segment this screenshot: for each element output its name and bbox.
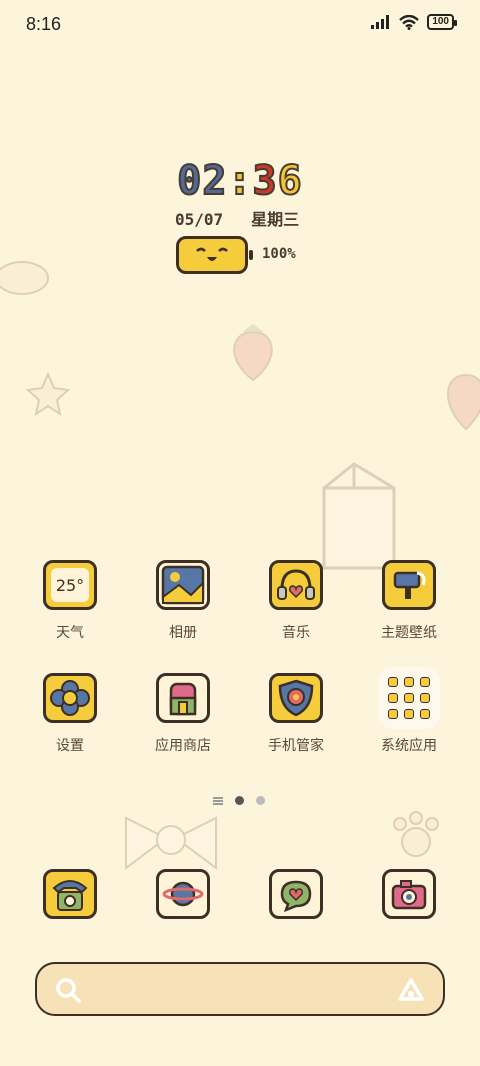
app-label-gallery: 相册 [169,625,197,641]
folder-icon [378,667,440,729]
dock-phone[interactable] [14,869,126,919]
app-label-weather: 天气 [56,625,84,641]
phone-icon [43,869,97,919]
page-indicator[interactable] [213,796,265,805]
app-label-music: 音乐 [282,625,310,641]
dock-camera[interactable] [353,869,465,919]
star-decoration [25,371,71,417]
status-icons: 100 [371,14,457,30]
app-music[interactable]: 音乐 [240,560,352,642]
dock-browser[interactable] [127,869,239,919]
app-label-settings: 设置 [56,738,84,754]
app-folder-system[interactable]: 系统应用 [353,667,465,755]
browser-icon [156,869,210,919]
weather-icon: 25° [43,560,97,610]
app-label-security: 手机管家 [268,738,324,754]
weather-temp: 25° [51,568,89,602]
wifi-icon [399,14,420,30]
app-gallery[interactable]: 相册 [127,560,239,642]
app-settings[interactable]: 设置 [14,673,126,755]
clock-weekday: 星期三 [251,210,300,229]
strawberry-decoration [233,324,273,382]
clock-hour: 02 [176,157,228,205]
page-dot-2[interactable] [256,796,265,805]
cat-bow-decoration [125,816,217,870]
messages-icon [269,869,323,919]
security-icon [269,673,323,723]
app-theme[interactable]: 主题壁纸 [353,560,465,642]
camera-icon [382,869,436,919]
assistant-icon[interactable] [397,977,425,1003]
app-store-icon [156,673,210,723]
search-bar[interactable] [35,962,445,1016]
signal-icon [371,15,390,29]
clock-widget[interactable]: 02:36 [0,157,480,205]
clock-separator: : [226,157,253,205]
app-store[interactable]: 应用商店 [127,673,239,755]
paw-decoration [393,811,439,857]
dock-messages[interactable] [240,869,352,919]
clock-date: 05/07 [175,210,224,229]
page-list-icon[interactable] [213,796,223,805]
app-label-theme: 主题壁纸 [381,625,437,641]
strawberry-decoration-right [447,373,480,431]
battery-icon: 100 [427,14,457,30]
settings-icon [43,673,97,723]
clock-time: 02:36 [0,157,480,205]
app-label-folder: 系统应用 [381,738,437,754]
music-icon [269,560,323,610]
bread-decoration [0,261,49,295]
page-dot-1[interactable] [235,796,244,805]
clock-min-tens: 3 [252,157,278,205]
app-label-store: 应用商店 [155,738,211,754]
status-time: 8:16 [26,14,62,34]
battery-face-icon [176,236,253,274]
gallery-icon [156,560,210,610]
clock-date-row: 05/07 星期三 [175,206,299,230]
theme-icon [382,560,436,610]
battery-percent: 100% [262,246,296,262]
status-bar: 8:16 100 [0,0,480,50]
search-icon[interactable] [55,977,81,1003]
clock-min-ones: 6 [277,157,303,205]
app-weather[interactable]: 25° 天气 [14,560,126,642]
app-security[interactable]: 手机管家 [240,673,352,755]
